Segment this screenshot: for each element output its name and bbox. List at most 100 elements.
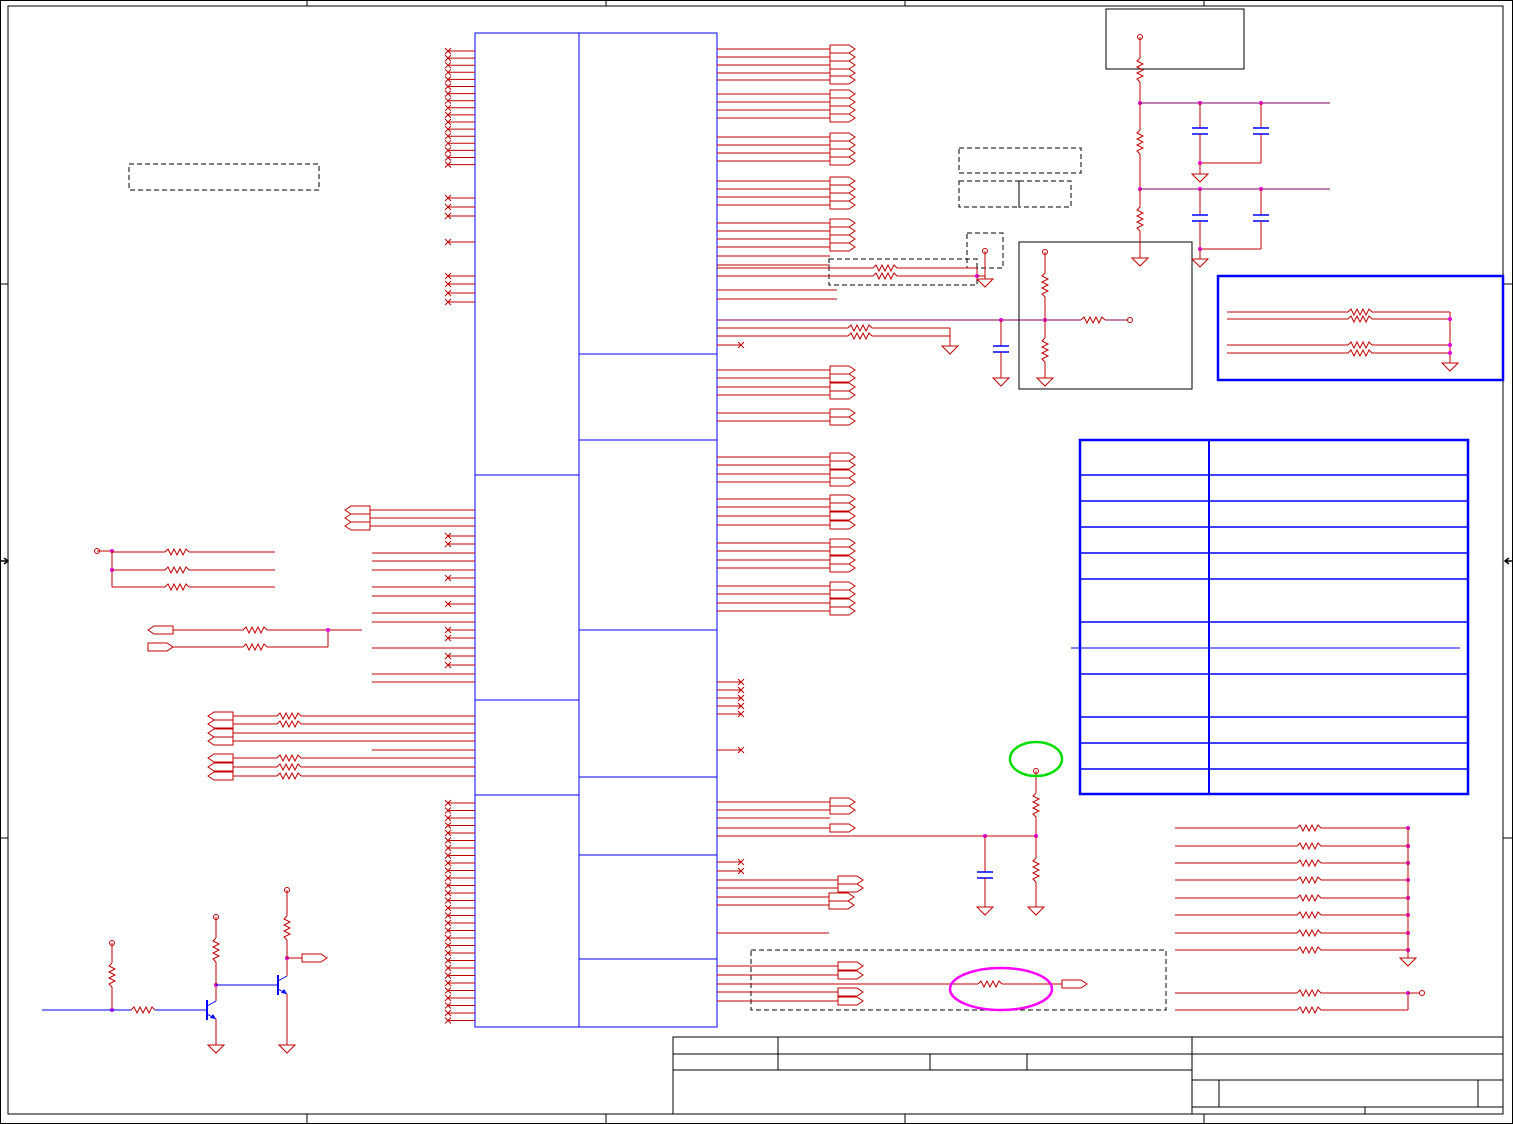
dashed-group-box (958, 147, 1082, 174)
ground-icon (975, 906, 995, 916)
off-page-connector-out-icon (829, 365, 856, 375)
off-page-connector-out-icon (837, 875, 864, 885)
schematic-sheet (0, 0, 1513, 1124)
resistor-icon (1296, 988, 1322, 998)
transistor-collector (206, 1000, 217, 1007)
transistor-collector (277, 975, 288, 982)
ground-icon (206, 1044, 226, 1054)
off-page-connector-out-icon (829, 797, 856, 807)
off-page-connector-out-icon (829, 176, 856, 186)
resistor-icon (242, 642, 268, 652)
outer-border (0, 0, 1513, 1124)
off-page-connector-in-icon (207, 753, 234, 763)
ic-side-networks (717, 241, 1193, 390)
off-page-connector-out-icon (829, 511, 856, 521)
ground-icon (940, 345, 960, 355)
off-page-connector-out-icon (829, 598, 856, 608)
resistor-icon (1296, 910, 1322, 920)
junction-dot (1448, 317, 1452, 321)
off-page-connector-out-icon (829, 546, 856, 556)
ground-icon (1130, 257, 1150, 267)
capacitor-icon (1192, 127, 1208, 135)
off-page-connector-out-icon (828, 900, 855, 910)
left-networks (94, 547, 362, 652)
resistor-icon (242, 625, 268, 635)
npn-transistor-icon (277, 975, 288, 995)
resistor-icon (1031, 857, 1041, 883)
off-page-connector-out-icon (829, 502, 856, 512)
off-page-connector-out-icon (829, 805, 856, 815)
capacitor-icon (977, 871, 993, 879)
off-page-connector-out-icon (829, 132, 856, 142)
off-page-connector-out-icon (829, 184, 856, 194)
resistor-icon (276, 762, 302, 772)
title-block-outline (672, 1036, 1504, 1115)
off-page-connector-in-icon (344, 505, 371, 515)
off-page-connector-out-icon (829, 218, 856, 228)
highlight-magenta-circle (948, 966, 1054, 1012)
capacitor-icon (1253, 127, 1269, 135)
termination-block (1216, 274, 1505, 382)
off-page-connector-out-icon (147, 642, 174, 652)
off-page-connector-in-icon (207, 711, 234, 721)
off-page-connector-out-icon (829, 373, 856, 383)
resistor-icon (1347, 307, 1373, 317)
off-page-connector-out-icon (829, 390, 856, 400)
off-page-connector-out-icon (837, 961, 864, 971)
resistor-icon (1040, 337, 1050, 363)
off-page-connector-out-icon (829, 156, 856, 166)
resistor-icon (164, 582, 190, 592)
off-page-connector-out-icon (829, 97, 856, 107)
info-table (1071, 438, 1470, 796)
npn-transistor-icon (206, 1000, 217, 1020)
capacitor-icon (993, 345, 1009, 353)
resistor-icon (1296, 875, 1322, 885)
off-page-connector-in-icon (207, 771, 234, 781)
off-page-connector-out-icon (829, 234, 856, 244)
resistor-icon (130, 1005, 156, 1015)
ground-icon (1190, 258, 1210, 268)
transistor-driver (42, 887, 328, 1054)
off-page-connector-out-icon (829, 52, 856, 62)
ground-icon (1026, 906, 1046, 916)
off-page-connector-in-icon (344, 521, 371, 531)
off-page-connector-out-icon (829, 408, 856, 418)
off-page-connector-out-icon (828, 892, 855, 902)
resistor-icon (282, 915, 292, 941)
resistor-icon (1135, 57, 1145, 83)
off-page-connector-in-icon (207, 728, 234, 738)
resistor-icon (1135, 129, 1145, 155)
off-page-connector-out-icon (829, 606, 856, 616)
off-page-connector-out-icon (829, 494, 856, 504)
dashed-group-box (1018, 180, 1072, 208)
off-page-connector-out-icon (829, 226, 856, 236)
resistor-icon (1296, 945, 1322, 955)
off-page-connector-in-icon (147, 625, 174, 635)
dashed-group-box (828, 258, 978, 286)
resistor-icon (276, 771, 302, 781)
off-page-connector-out-icon (837, 996, 864, 1006)
main-ic (474, 32, 718, 1028)
ground-icon (1035, 377, 1055, 387)
table-outline (1078, 438, 1470, 796)
resistor-icon (847, 331, 873, 341)
off-page-connector-out-icon (829, 581, 856, 591)
off-page-connector-in-icon (207, 762, 234, 772)
resistor-icon (276, 719, 302, 729)
resistor-icon (1347, 340, 1373, 350)
off-page-connector-out-icon (829, 460, 856, 470)
power-network (1105, 8, 1330, 268)
resistor-icon (1296, 1005, 1322, 1015)
junction-dot (1448, 351, 1452, 355)
off-page-connector-out-icon (829, 200, 856, 210)
off-page-connector-out-icon (829, 416, 856, 426)
ground-icon (975, 278, 995, 288)
resistor-icon (1347, 348, 1373, 358)
resistor-icon (847, 323, 873, 333)
resistor-icon (872, 263, 898, 273)
off-page-connector-out-icon (829, 89, 856, 99)
resistor-icon (1347, 314, 1373, 324)
supply-box (1105, 8, 1245, 70)
resistor-icon (1296, 928, 1322, 938)
resistor-icon (1296, 841, 1322, 851)
